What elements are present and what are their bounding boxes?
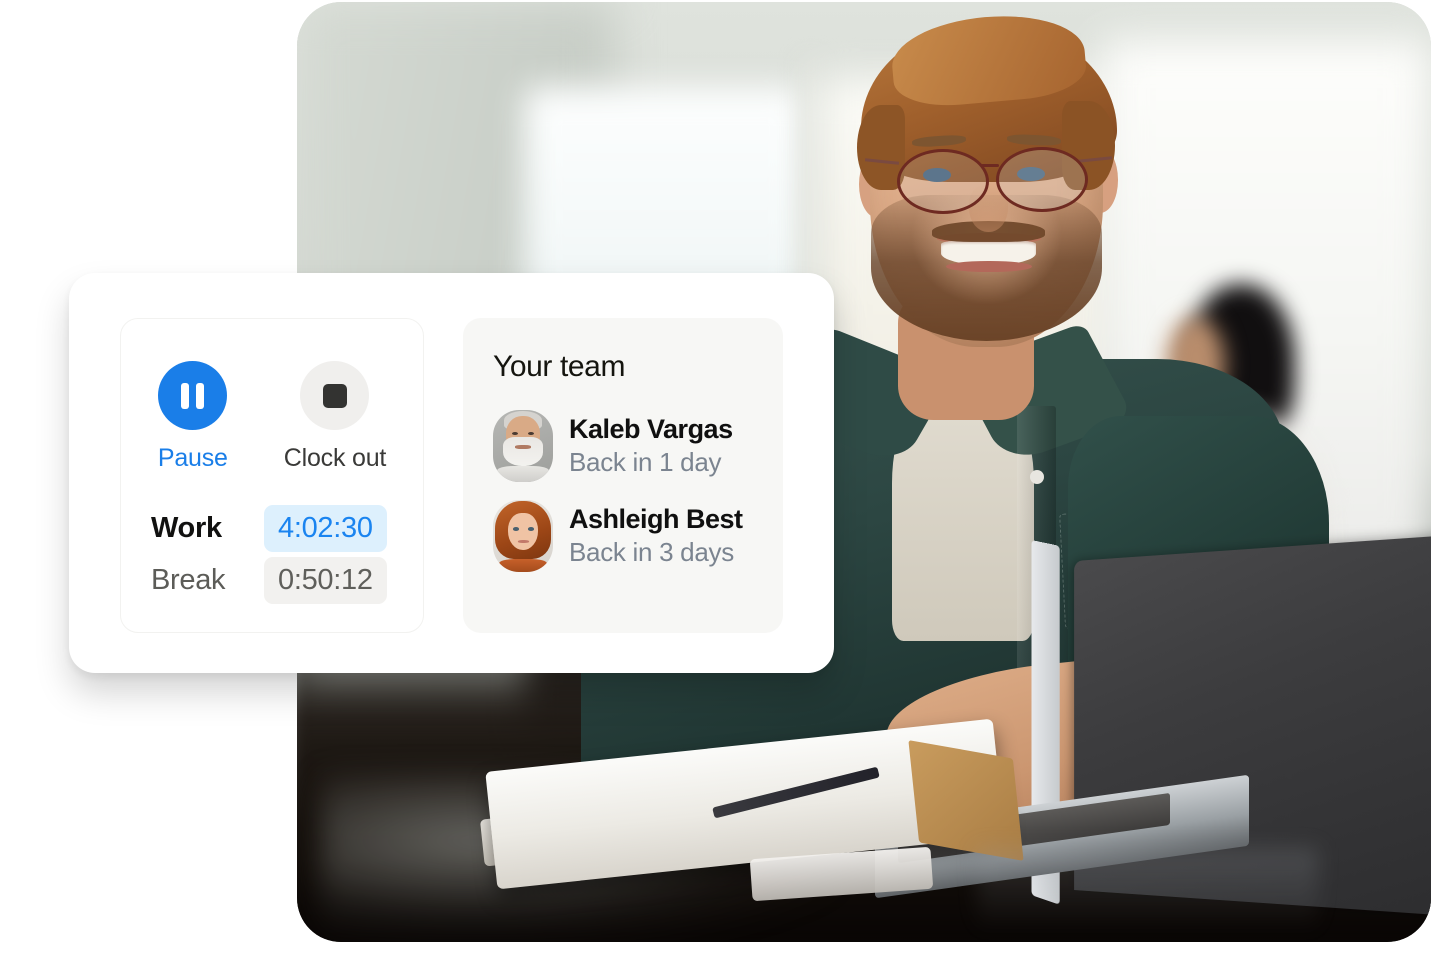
timer-controls: Pause Clock out: [121, 361, 423, 473]
break-label: Break: [151, 563, 226, 596]
lower-lip: [945, 260, 1032, 272]
team-member-row[interactable]: Kaleb Vargas Back in 1 day: [493, 410, 753, 482]
desk-reflection: [977, 848, 1318, 933]
team-member-status: Back in 1 day: [569, 446, 722, 477]
pause-button-label: Pause: [157, 444, 228, 472]
stop-icon[interactable]: [300, 361, 370, 430]
timer-readouts: Work 4:02:30 Break 0:50:12: [151, 504, 395, 608]
clock-out-button[interactable]: Clock out: [284, 361, 386, 473]
screenshot-root: Pause Clock out Work 4:02:30 Break 0:50:…: [0, 0, 1446, 954]
team-member-name: Ashleigh Best: [569, 503, 743, 534]
pause-button[interactable]: Pause: [158, 361, 228, 473]
team-member-status: Back in 3 days: [569, 536, 734, 567]
avatar-ashleigh-best: [493, 500, 553, 572]
timer-panel: Pause Clock out Work 4:02:30 Break 0:50:…: [120, 318, 424, 633]
pause-icon[interactable]: [158, 361, 228, 430]
team-member-name: Kaleb Vargas: [569, 413, 733, 444]
team-panel-title: Your team: [493, 350, 626, 383]
shirt-button-upper: [1029, 470, 1044, 485]
clock-out-button-label: Clock out: [283, 444, 387, 472]
team-panel: Your team Kaleb Vargas Back in 1 day Ash…: [463, 318, 783, 633]
glasses-lens-left: [896, 148, 990, 214]
glasses-bridge: [980, 163, 999, 168]
work-time-value: 4:02:30: [264, 504, 387, 552]
notebook-spine: [908, 740, 1024, 862]
work-time-row: Work 4:02:30: [151, 504, 395, 552]
avatar-kaleb-vargas: [493, 410, 553, 482]
break-time-value: 0:50:12: [264, 556, 387, 604]
team-member-row[interactable]: Ashleigh Best Back in 3 days: [493, 500, 753, 572]
time-tracking-widget: Pause Clock out Work 4:02:30 Break 0:50:…: [69, 273, 834, 673]
glasses-lens-right: [995, 146, 1088, 212]
work-label: Work: [151, 511, 222, 544]
break-time-row: Break 0:50:12: [151, 556, 395, 604]
